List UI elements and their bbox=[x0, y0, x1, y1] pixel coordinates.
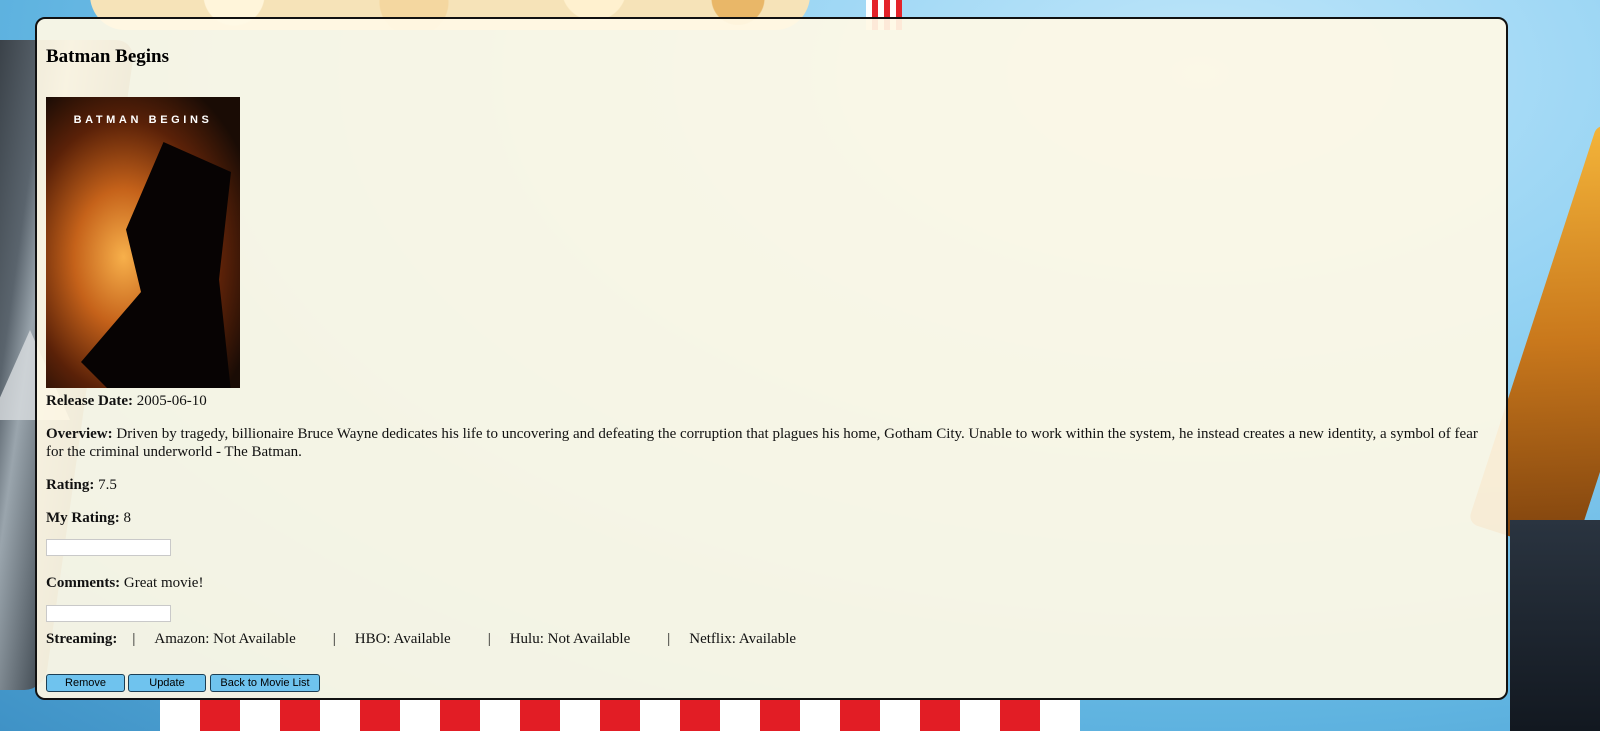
movie-title: Batman Begins bbox=[46, 46, 169, 67]
overview-row: Overview: Driven by tragedy, billionaire… bbox=[46, 425, 1491, 461]
streaming-netflix: Netflix: Available bbox=[689, 631, 797, 647]
background-dark-corner bbox=[1510, 520, 1600, 731]
streaming-hbo: HBO: Available bbox=[354, 631, 451, 647]
poster-title-text: BATMAN BEGINS bbox=[73, 114, 213, 126]
streaming-amazon: Amazon: Not Available bbox=[154, 631, 296, 647]
rating-row: Rating: 7.5 bbox=[46, 476, 117, 494]
my-rating-input[interactable] bbox=[46, 539, 171, 556]
overview-text: Driven by tragedy, billionaire Bruce Way… bbox=[46, 426, 1478, 460]
my-rating-value: 8 bbox=[123, 510, 132, 526]
remove-button[interactable]: Remove bbox=[46, 674, 125, 692]
my-rating-row: My Rating: 8 bbox=[46, 509, 131, 527]
rating-label: Rating: bbox=[46, 477, 95, 493]
movie-poster: BATMAN BEGINS bbox=[46, 97, 240, 388]
update-button[interactable]: Update bbox=[128, 674, 206, 692]
comments-value: Great movie! bbox=[123, 575, 204, 591]
streaming-hulu: Hulu: Not Available bbox=[509, 631, 631, 647]
poster-bat-silhouette bbox=[81, 142, 231, 388]
overview-label: Overview: bbox=[46, 426, 113, 442]
background-popcorn-box bbox=[160, 700, 1080, 731]
streaming-row: Streaming: | Amazon: Not Available | HBO… bbox=[46, 631, 797, 647]
release-date-label: Release Date: bbox=[46, 393, 134, 409]
comments-input[interactable] bbox=[46, 605, 171, 622]
release-date-row: Release Date: 2005-06-10 bbox=[46, 392, 207, 410]
comments-label: Comments: bbox=[46, 575, 121, 591]
comments-row: Comments: Great movie! bbox=[46, 574, 203, 592]
streaming-label: Streaming: bbox=[46, 631, 118, 647]
rating-value: 7.5 bbox=[98, 477, 117, 493]
release-date-value: 2005-06-10 bbox=[136, 393, 207, 409]
movie-detail-panel: Batman Begins BATMAN BEGINS Release Date… bbox=[35, 17, 1508, 700]
my-rating-label: My Rating: bbox=[46, 510, 120, 526]
back-to-movie-list-button[interactable]: Back to Movie List bbox=[210, 674, 320, 692]
